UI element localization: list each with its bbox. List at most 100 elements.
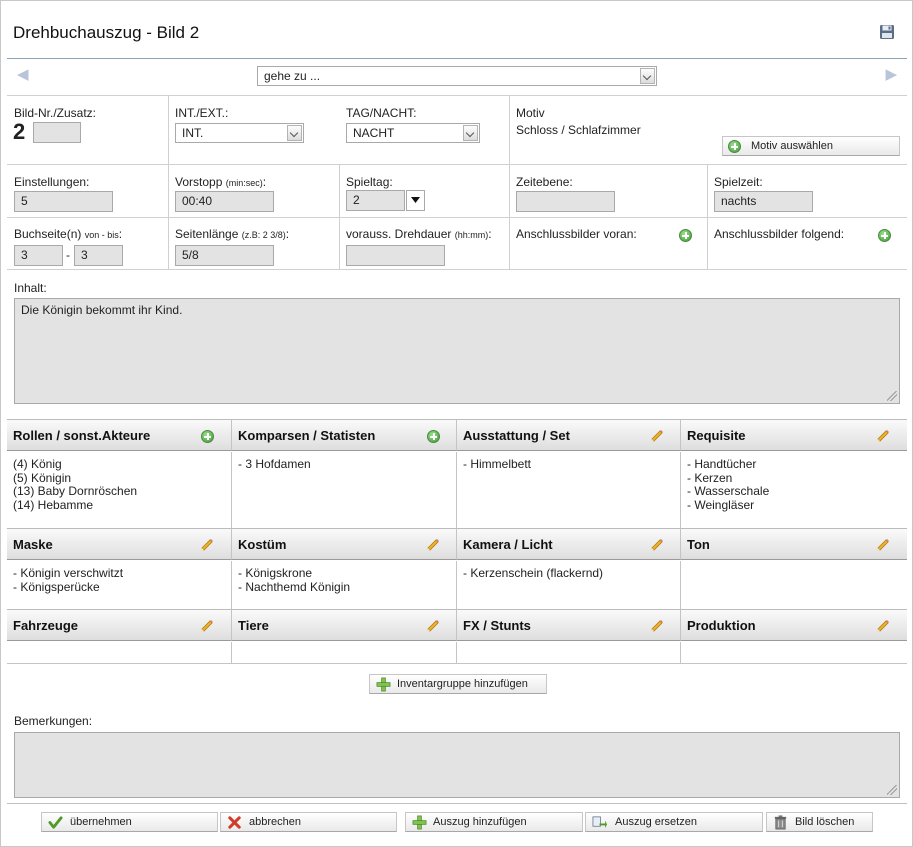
category-header-ausstattung: Ausstattung / Set	[456, 419, 680, 451]
add-extract-button-label: Auszug hinzufügen	[433, 816, 527, 828]
category-body-rollen: (4) König (5) Königin (13) Baby Dornrösc…	[7, 452, 231, 529]
delete-scene-button[interactable]: Bild löschen	[766, 812, 873, 832]
pencil-icon[interactable]	[875, 428, 891, 444]
divider	[509, 95, 510, 269]
replace-extract-button[interactable]: Auszug ersetzen	[585, 812, 763, 832]
category-body-tiere	[231, 642, 456, 664]
category-header-rollen: Rollen / sonst.Akteure	[7, 419, 231, 451]
add-inventory-group-label: Inventargruppe hinzufügen	[397, 678, 528, 690]
add-inventory-group-button[interactable]: Inventargruppe hinzufügen	[369, 674, 547, 694]
motiv-select-button-label: Motiv auswählen	[751, 140, 833, 152]
list-item: (4) König	[13, 457, 62, 471]
arrow-left-icon[interactable]: ◀	[17, 65, 29, 83]
category-body-ausstattung: - Himmelbett	[456, 452, 680, 529]
category-body-fx	[456, 642, 680, 664]
accept-button[interactable]: übernehmen	[41, 812, 218, 832]
inhalt-text: Die Königin bekommt ihr Kind.	[21, 303, 183, 317]
spieltag-dropdown-button[interactable]	[406, 190, 425, 211]
category-title: Produktion	[687, 618, 756, 633]
page-title: Drehbuchauszug - Bild 2	[13, 23, 200, 42]
resize-grip-icon[interactable]	[887, 785, 897, 795]
label-colon: :	[488, 227, 492, 241]
close-icon	[228, 816, 241, 829]
pencil-icon[interactable]	[199, 618, 215, 634]
pencil-icon[interactable]	[875, 618, 891, 634]
divider	[7, 164, 907, 165]
seitenlaenge-input[interactable]: 5/8	[175, 245, 274, 266]
spieltag-input[interactable]: 2	[346, 190, 405, 211]
category-header-maske: Maske	[7, 528, 231, 560]
pencil-icon[interactable]	[425, 618, 441, 634]
list-item: (5) Königin	[13, 470, 72, 485]
delete-scene-button-label: Bild löschen	[795, 816, 855, 828]
vorstopp-input[interactable]: 00:40	[175, 191, 274, 212]
list-item: (14) Hebamme	[13, 497, 94, 512]
category-title: Tiere	[238, 618, 269, 633]
goto-select[interactable]: gehe zu ...	[257, 66, 657, 86]
tagnacht-select-value: NACHT	[353, 126, 395, 140]
seitenlaenge-unit: (z.B: 2 3/8)	[241, 230, 286, 240]
list-item: (13) Baby Dornröschen	[13, 484, 138, 498]
navigation-row: ◀ gehe zu ... ▶	[7, 63, 907, 93]
list-item: - Nachthemd Königin	[238, 579, 351, 594]
category-header-fahrzeuge: Fahrzeuge	[7, 609, 231, 641]
category-header-ton: Ton	[680, 528, 907, 560]
category-body-fahrzeuge	[7, 642, 231, 664]
drehdauer-input[interactable]	[346, 245, 445, 266]
list-item: - Kerzenschein (flackernd)	[463, 566, 604, 580]
add-circle-icon[interactable]	[427, 430, 440, 443]
add-anschluss-voran-icon[interactable]	[679, 229, 692, 242]
inhalt-textarea[interactable]: Die Königin bekommt ihr Kind.	[14, 298, 900, 404]
category-header-tiere: Tiere	[231, 609, 456, 641]
resize-grip-icon[interactable]	[887, 391, 897, 401]
tagnacht-label: TAG/NACHT:	[346, 106, 417, 120]
vorstopp-label-text: Vorstopp	[175, 175, 223, 189]
goto-select-value: gehe zu ...	[264, 69, 321, 83]
motiv-select-button[interactable]: Motiv auswählen	[722, 136, 900, 156]
pencil-icon[interactable]	[875, 537, 891, 553]
spielzeit-label: Spielzeit:	[714, 175, 763, 189]
intext-select[interactable]: INT.	[175, 123, 304, 143]
buchseite-unit: von - bis	[84, 230, 119, 240]
motiv-label: Motiv	[516, 106, 545, 120]
vorstopp-label: Vorstopp (min:sec):	[175, 175, 266, 189]
arrow-right-icon[interactable]: ▶	[885, 65, 897, 83]
pencil-icon[interactable]	[649, 618, 665, 634]
divider	[7, 217, 907, 218]
buchseite-from-input[interactable]: 3	[14, 245, 63, 266]
pencil-icon[interactable]	[199, 537, 215, 553]
list-item: - Handtücher	[687, 457, 757, 471]
list-item: - Weingläser	[687, 497, 755, 512]
buchseite-to-input[interactable]: 3	[74, 245, 123, 266]
list-item: - Königskrone	[238, 566, 313, 580]
pencil-icon[interactable]	[649, 428, 665, 444]
list-item: - Himmelbett	[463, 457, 532, 471]
title-bar: Drehbuchauszug - Bild 2	[7, 15, 907, 59]
label-colon: :	[118, 227, 123, 241]
tagnacht-select[interactable]: NACHT	[346, 123, 480, 143]
cancel-button[interactable]: abbrechen	[220, 812, 397, 832]
category-title: FX / Stunts	[463, 618, 531, 633]
spielzeit-input[interactable]: nachts	[714, 191, 813, 212]
category-header-komparsen: Komparsen / Statisten	[231, 419, 456, 451]
replace-icon	[592, 816, 607, 829]
label-colon: :	[285, 227, 290, 241]
einstellungen-input[interactable]: 5	[14, 191, 113, 212]
category-body-komparsen: - 3 Hofdamen	[231, 452, 456, 529]
pencil-icon[interactable]	[649, 537, 665, 553]
pencil-icon[interactable]	[425, 537, 441, 553]
zeitebene-input[interactable]	[516, 191, 615, 212]
save-icon[interactable]	[879, 24, 895, 40]
category-title: Kamera / Licht	[463, 537, 553, 552]
intext-label: INT./EXT.:	[175, 106, 229, 120]
spieltag-label: Spieltag:	[346, 175, 393, 189]
chevron-down-icon	[640, 68, 655, 84]
divider	[7, 95, 907, 96]
category-body-produktion	[680, 642, 907, 664]
add-circle-icon[interactable]	[201, 430, 214, 443]
bemerkungen-textarea[interactable]	[14, 732, 900, 798]
bild-zusatz-input[interactable]	[33, 122, 81, 143]
add-anschluss-folgend-icon[interactable]	[878, 229, 891, 242]
add-extract-button[interactable]: Auszug hinzufügen	[405, 812, 583, 832]
category-title: Requisite	[687, 428, 746, 443]
